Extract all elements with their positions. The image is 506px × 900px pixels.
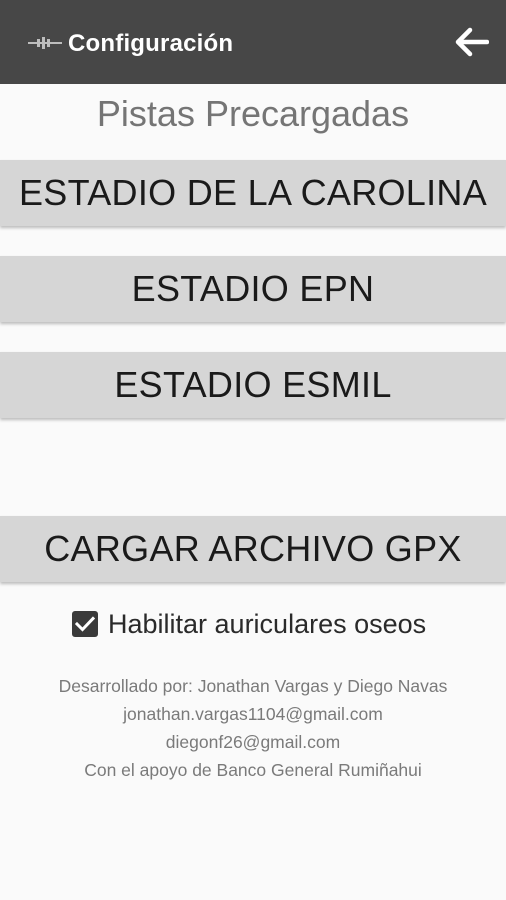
checkmark-icon: [75, 616, 95, 632]
track-button-estadio-carolina[interactable]: ESTADIO DE LA CAROLINA: [0, 160, 506, 226]
arrow-left-icon: [455, 27, 489, 57]
bone-headphones-label: Habilitar auriculares oseos: [108, 609, 427, 639]
credits-developers: Desarrollado por: Jonathan Vargas y Dieg…: [58, 676, 448, 696]
app-title: Configuración: [68, 30, 234, 57]
back-button[interactable]: [452, 22, 492, 62]
track-button-estadio-esmil[interactable]: ESTADIO ESMIL: [0, 352, 506, 418]
credits-sponsor: Con el apoyo de Banco General Rumiñahui: [84, 760, 422, 780]
waveform-logo-icon: [28, 37, 62, 49]
app-bar: Configuración: [0, 0, 506, 84]
bone-headphones-checkbox[interactable]: [72, 611, 98, 637]
load-gpx-button[interactable]: CARGAR ARCHIVO GPX: [0, 516, 506, 582]
section-title: Pistas Precargadas: [96, 93, 410, 134]
track-button-estadio-epn[interactable]: ESTADIO EPN: [0, 256, 506, 322]
credits-email-diego: diegonf26@gmail.com: [165, 732, 341, 752]
credits-email-jonathan: jonathan.vargas1104@gmail.com: [123, 704, 383, 724]
credits: Desarrollado por: Jonathan Vargas y Dieg…: [0, 672, 506, 784]
bone-headphones-option[interactable]: Habilitar auriculares oseos: [72, 604, 426, 644]
